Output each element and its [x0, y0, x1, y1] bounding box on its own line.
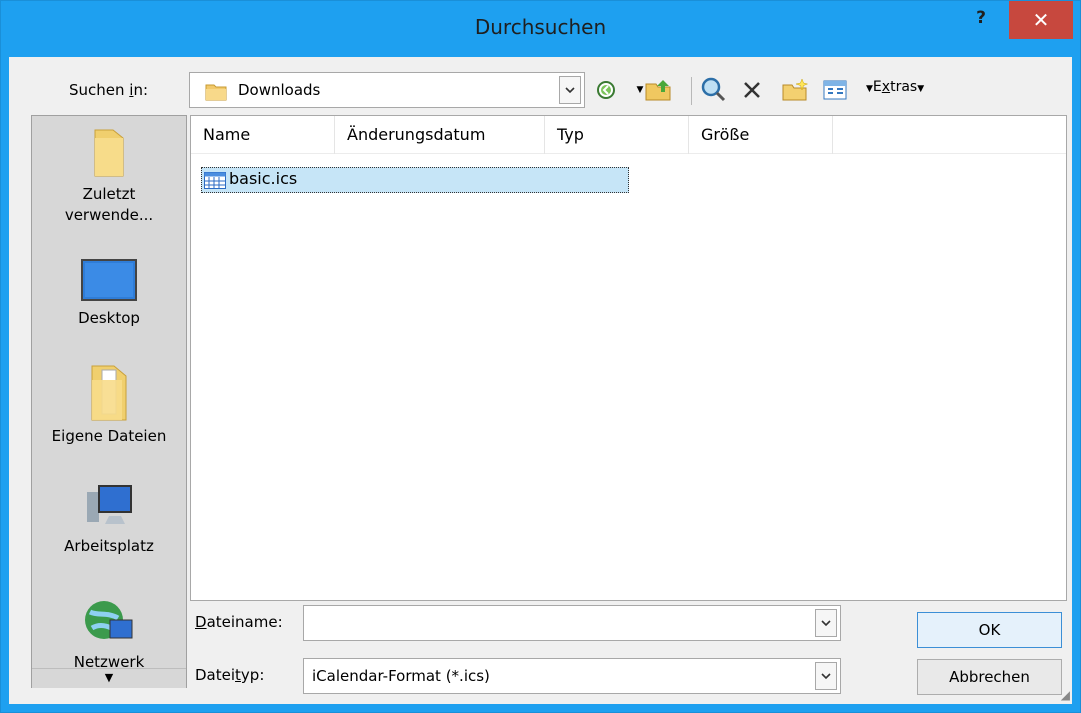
chevron-down-icon [821, 619, 831, 626]
chevron-down-icon [821, 672, 831, 679]
look-in-dropdown-button[interactable] [559, 76, 581, 104]
up-folder-icon [645, 80, 671, 101]
desktop-icon [81, 259, 137, 301]
arrow-down-icon: ▼ [104, 671, 114, 684]
help-button[interactable]: ? [959, 1, 1003, 39]
views-icon [823, 80, 847, 100]
place-recent[interactable]: Zuletzt verwende... [32, 124, 186, 226]
place-documents[interactable]: Eigene Dateien [32, 362, 186, 447]
ok-button[interactable]: OK [917, 612, 1062, 648]
cancel-button[interactable]: Abbrechen [917, 659, 1062, 695]
browse-dialog: Durchsuchen ? ✕ Suchen in: Downloads ▼ ▼… [0, 0, 1081, 713]
list-item[interactable]: basic.ics [201, 167, 629, 193]
dialog-body: Suchen in: Downloads ▼ ▼Extras▼ Zuletzt … [9, 57, 1072, 704]
computer-icon [87, 485, 132, 524]
filetype-value: iCalendar-Format (*.ics) [312, 667, 490, 685]
places-scroll-down[interactable]: ▼ [32, 668, 186, 688]
filename-input[interactable] [306, 608, 806, 638]
dialog-title: Durchsuchen [474, 15, 607, 39]
column-name[interactable]: Name [191, 116, 335, 154]
folder-icon [94, 129, 124, 177]
filename-dropdown-button[interactable] [815, 609, 837, 637]
documents-folder-icon [91, 365, 127, 421]
calendar-file-icon [204, 172, 226, 193]
filetype-label: Dateityp: [195, 666, 265, 684]
filename-combobox[interactable] [303, 605, 841, 641]
column-modified[interactable]: Änderungsdatum [335, 116, 545, 154]
delete-icon [744, 82, 760, 98]
close-button[interactable]: ✕ [1009, 1, 1073, 39]
place-computer[interactable]: Arbeitsplatz [32, 482, 186, 557]
toolbar-separator [691, 77, 692, 105]
chevron-down-icon [565, 86, 575, 93]
file-list-header: Name Änderungsdatum Typ Größe [191, 116, 1066, 154]
title-bar[interactable]: Durchsuchen ? ✕ [1, 1, 1080, 57]
search-web-icon [701, 77, 726, 102]
small-dropdown-icon: ▼ [636, 85, 644, 95]
extras-menu[interactable]: ▼Extras▼ [866, 79, 924, 95]
small-dropdown-icon: ▼ [866, 84, 873, 94]
column-size[interactable]: Größe [689, 116, 833, 154]
delete-button[interactable] [737, 75, 767, 105]
folder-icon [205, 81, 227, 105]
back-button[interactable] [591, 75, 621, 105]
new-folder-button[interactable] [779, 75, 811, 105]
filename-label: Dateiname: [195, 613, 283, 631]
look-in-combobox[interactable]: Downloads [189, 72, 585, 108]
places-bar: Zuletzt verwende... Desktop Eigene Datei… [31, 115, 187, 688]
network-icon [85, 601, 133, 639]
small-dropdown-icon: ▼ [917, 84, 925, 94]
place-network[interactable]: Netzwerk [32, 596, 186, 673]
look-in-label: Suchen in: [69, 81, 149, 99]
file-list[interactable]: Name Änderungsdatum Typ Größe basic.ics [190, 115, 1067, 601]
search-web-button[interactable] [699, 75, 729, 105]
column-type[interactable]: Typ [545, 116, 689, 154]
resize-grip-icon[interactable]: ◢ [1061, 688, 1070, 702]
views-button[interactable] [819, 75, 851, 105]
new-folder-icon [782, 78, 809, 101]
file-name: basic.ics [229, 169, 298, 188]
filetype-dropdown-button[interactable] [815, 662, 837, 690]
look-in-value: Downloads [238, 81, 321, 99]
filetype-combobox[interactable]: iCalendar-Format (*.ics) [303, 658, 841, 694]
place-desktop[interactable]: Desktop [32, 258, 186, 329]
back-arrow-icon [597, 81, 615, 99]
up-folder-button[interactable]: ▼ [629, 75, 681, 105]
